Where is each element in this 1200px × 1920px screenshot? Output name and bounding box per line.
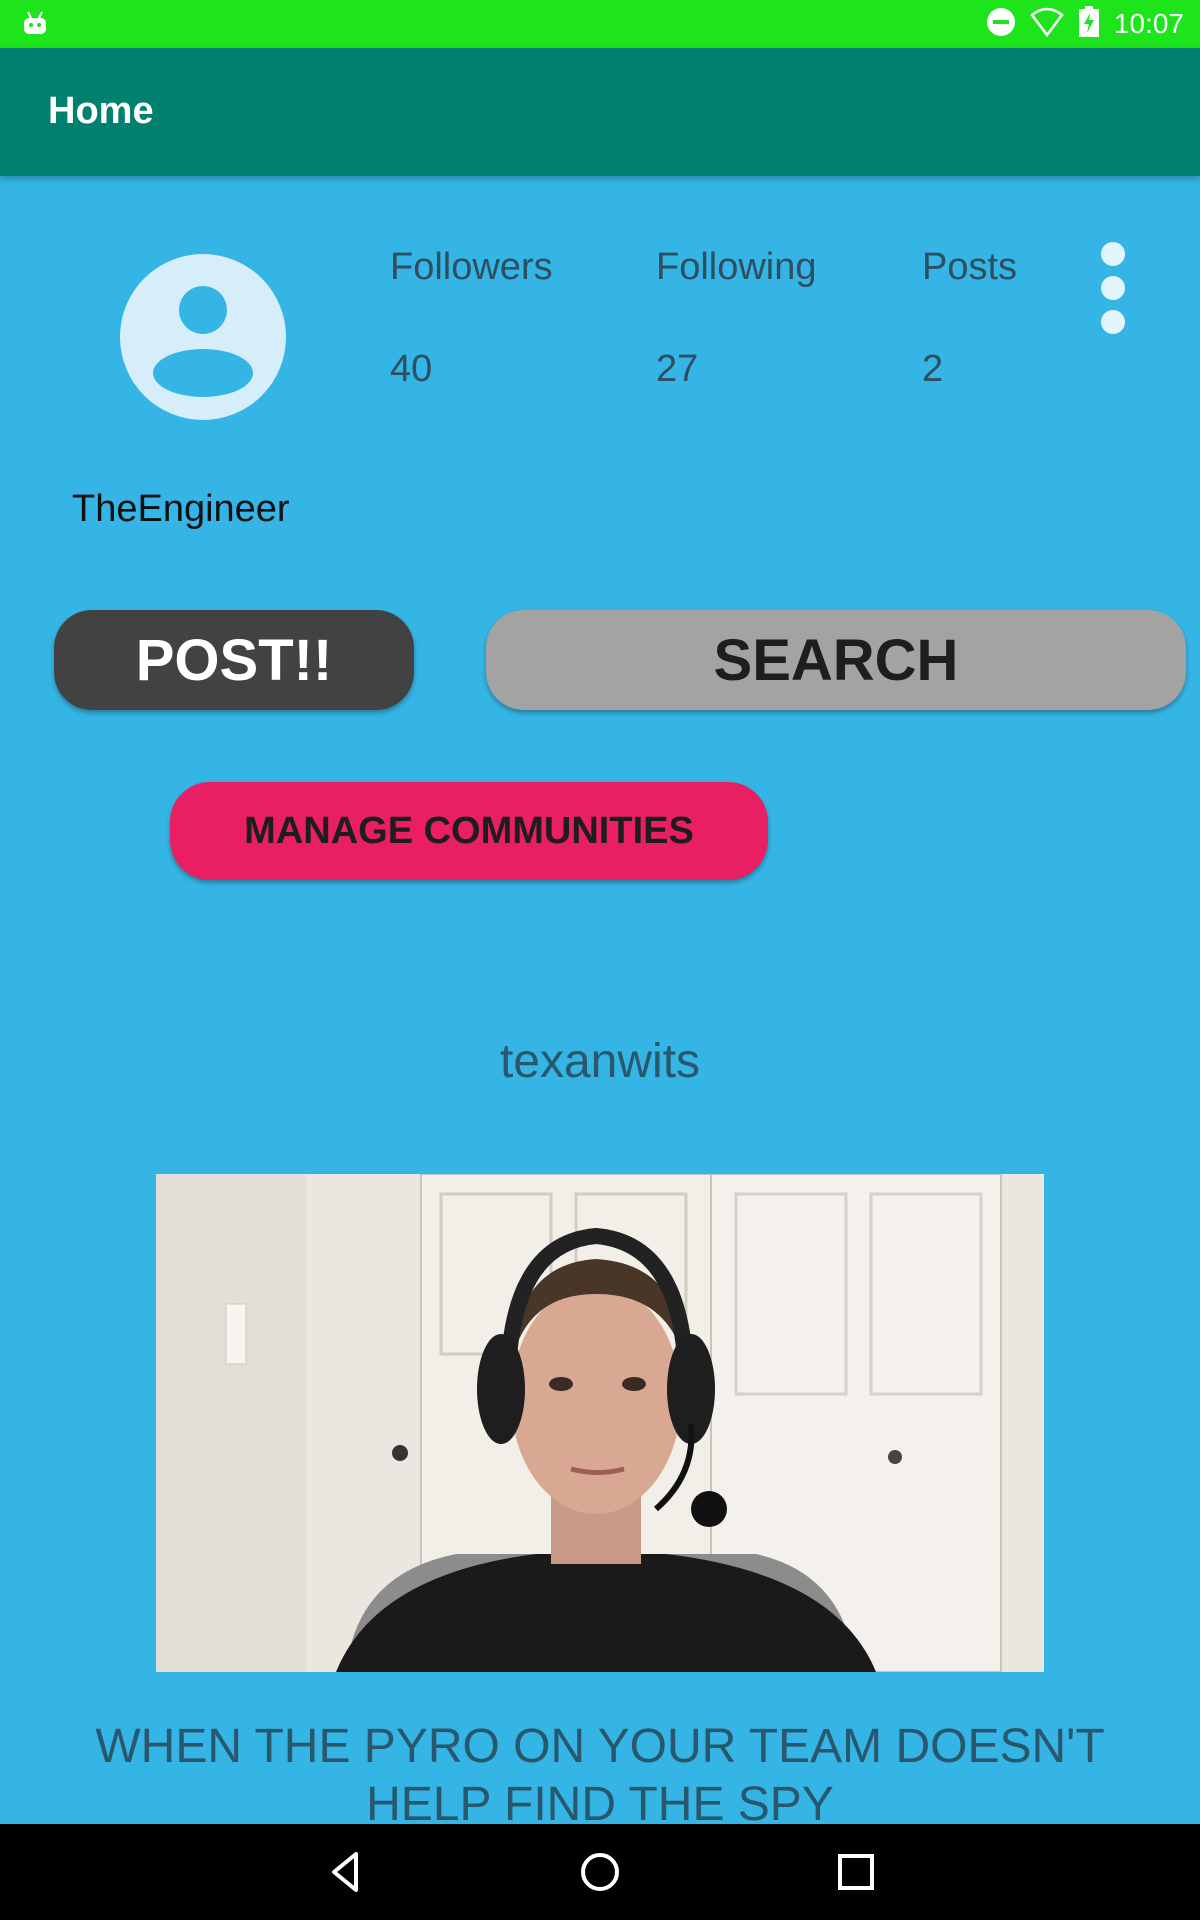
home-icon[interactable]	[576, 1848, 624, 1896]
search-button[interactable]: SEARCH	[486, 610, 1186, 710]
android-icon	[22, 10, 48, 41]
followers-count[interactable]: 40	[390, 348, 432, 391]
user-icon	[153, 286, 253, 397]
post-image[interactable]	[156, 1174, 1044, 1672]
more-options-icon[interactable]	[1098, 242, 1128, 338]
do-not-disturb-icon	[986, 7, 1016, 42]
clock: 10:07	[1113, 8, 1184, 39]
page-title: Home	[48, 90, 154, 132]
back-icon[interactable]	[322, 1848, 370, 1896]
following-count[interactable]: 27	[656, 348, 698, 391]
recents-icon[interactable]	[832, 1848, 880, 1896]
manage-communities-button[interactable]: MANAGE COMMUNITIES	[170, 782, 768, 880]
posts-label: Posts	[922, 246, 1018, 288]
avatar[interactable]	[120, 254, 286, 420]
post-button[interactable]: POST!!	[54, 610, 414, 710]
post-photo	[156, 1174, 1044, 1672]
following-label: Following	[656, 246, 817, 288]
username: TheEngineer	[72, 488, 290, 530]
post-caption: WHEN THE PYRO ON YOUR TEAM DOESN'T HELP …	[95, 1720, 1105, 1831]
wifi-icon	[1030, 7, 1064, 42]
app-bar: Home	[0, 48, 1200, 176]
status-bar: 10:07	[0, 0, 1200, 48]
navigation-bar	[0, 1824, 1200, 1920]
posts-count[interactable]: 2	[922, 348, 943, 391]
post-author[interactable]: texanwits	[0, 1034, 1200, 1089]
followers-label: Followers	[390, 246, 553, 288]
battery-charging-icon	[1078, 5, 1100, 43]
